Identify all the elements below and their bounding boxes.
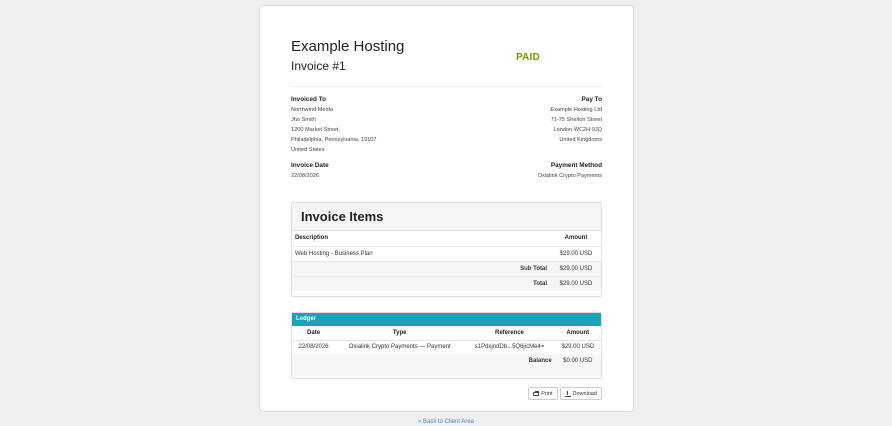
ledger-amount: $29.00 USD (561, 344, 595, 351)
balance-label: Balance (292, 354, 555, 368)
subtotal-value: $29.00 USD (551, 260, 601, 276)
col-description: Description (295, 235, 329, 242)
ledger-date: 22/08/2026 (298, 344, 329, 351)
invoice-title: Invoice #1 (291, 59, 346, 73)
ledger-table: Date Type Reference Amount 22/08/2026 Ox… (292, 326, 601, 376)
company-name: Example Hosting (291, 38, 405, 55)
col-amount: Amount (564, 235, 588, 242)
action-buttons: Print Download (528, 387, 602, 400)
print-button[interactable]: Print (528, 387, 558, 400)
subtotal-row: Sub Total $29.00 USD (292, 260, 601, 276)
download-label: Download (572, 390, 597, 397)
payment-method-value: Oxialink Crypto Payments (537, 173, 602, 179)
payment-method-block: Payment Method Oxialink Crypto Payments (538, 161, 602, 181)
ledger-type: Oxialink Crypto Payments — Payment (348, 344, 451, 351)
invoiced-to-line: Northwind Media (291, 107, 333, 113)
balance-row: Balance $0.00 USD (292, 354, 601, 368)
item-description: Web Hosting - Business Plan (292, 245, 551, 261)
pay-to-line: 71-75 Shelton Street (550, 117, 602, 123)
ledger-reference: s1PdxjndDb...5Q6jicMe4= (474, 344, 545, 351)
table-header-row: Description Amount (292, 231, 601, 246)
invoice-date-value: 22/08/2026 (291, 173, 319, 179)
back-to-client-area-link[interactable]: « Back to Client Area (0, 419, 892, 425)
invoiced-to-line: United States (291, 147, 325, 153)
pay-to-line: United Kingdoms (559, 137, 602, 143)
table-row: 22/08/2026 Oxialink Crypto Payments — Pa… (292, 340, 601, 354)
spacer-row (292, 368, 601, 376)
col-date: Date (292, 326, 336, 341)
balance-value: $0.00 USD (554, 354, 601, 368)
item-amount: $29.00 USD (551, 245, 601, 261)
download-button[interactable]: Download (559, 387, 602, 400)
invoiced-to-heading: Invoiced To (291, 96, 327, 103)
printer-icon (533, 391, 540, 396)
print-label: Print (541, 390, 553, 397)
ledger-title: Ledger (292, 313, 601, 326)
invoiced-to-line: 1200 Market Street, (291, 127, 341, 133)
col-type: Type (335, 326, 465, 341)
invoiced-to-line: Jho Smith (291, 117, 316, 123)
download-icon (564, 390, 571, 397)
subtotal-label: Sub Total (292, 260, 551, 276)
pay-to-heading: Pay To (581, 96, 602, 103)
total-value: $29.00 USD (551, 275, 601, 291)
divider (291, 86, 602, 87)
invoiced-to-block: Invoiced To Northwind Media Jho Smith 12… (291, 95, 377, 155)
invoice-items-title: Invoice Items (292, 203, 601, 231)
invoice-items-panel: Invoice Items Description Amount Web Hos… (291, 202, 602, 297)
invoice-date-block: Invoice Date 22/08/2026 (291, 161, 329, 181)
total-row: Total $29.00 USD (292, 275, 601, 291)
table-row: Web Hosting - Business Plan $29.00 USD (292, 245, 601, 261)
pay-to-block: Pay To Example Hosting Ltd 71-75 Shelton… (550, 95, 602, 145)
status-badge: PAID (516, 52, 540, 63)
invoice-items-table: Description Amount Web Hosting - Busines… (292, 231, 601, 291)
total-label: Total (292, 275, 551, 291)
pay-to-line: London WC2H 9JQ (553, 127, 602, 133)
invoice-card: Example Hosting Invoice #1 PAID Invoiced… (259, 5, 634, 412)
col-amount: Amount (554, 326, 601, 341)
col-reference: Reference (464, 326, 555, 341)
ledger-panel: Ledger Date Type Reference Amount 22/08/… (291, 312, 602, 379)
table-header-row: Date Type Reference Amount (292, 326, 601, 341)
invoiced-to-line: Philadelphia, Pennsylvania, 19107 (291, 137, 377, 143)
pay-to-line: Example Hosting Ltd (550, 107, 602, 113)
invoice-date-heading: Invoice Date (291, 162, 329, 169)
payment-method-heading: Payment Method (550, 162, 602, 169)
